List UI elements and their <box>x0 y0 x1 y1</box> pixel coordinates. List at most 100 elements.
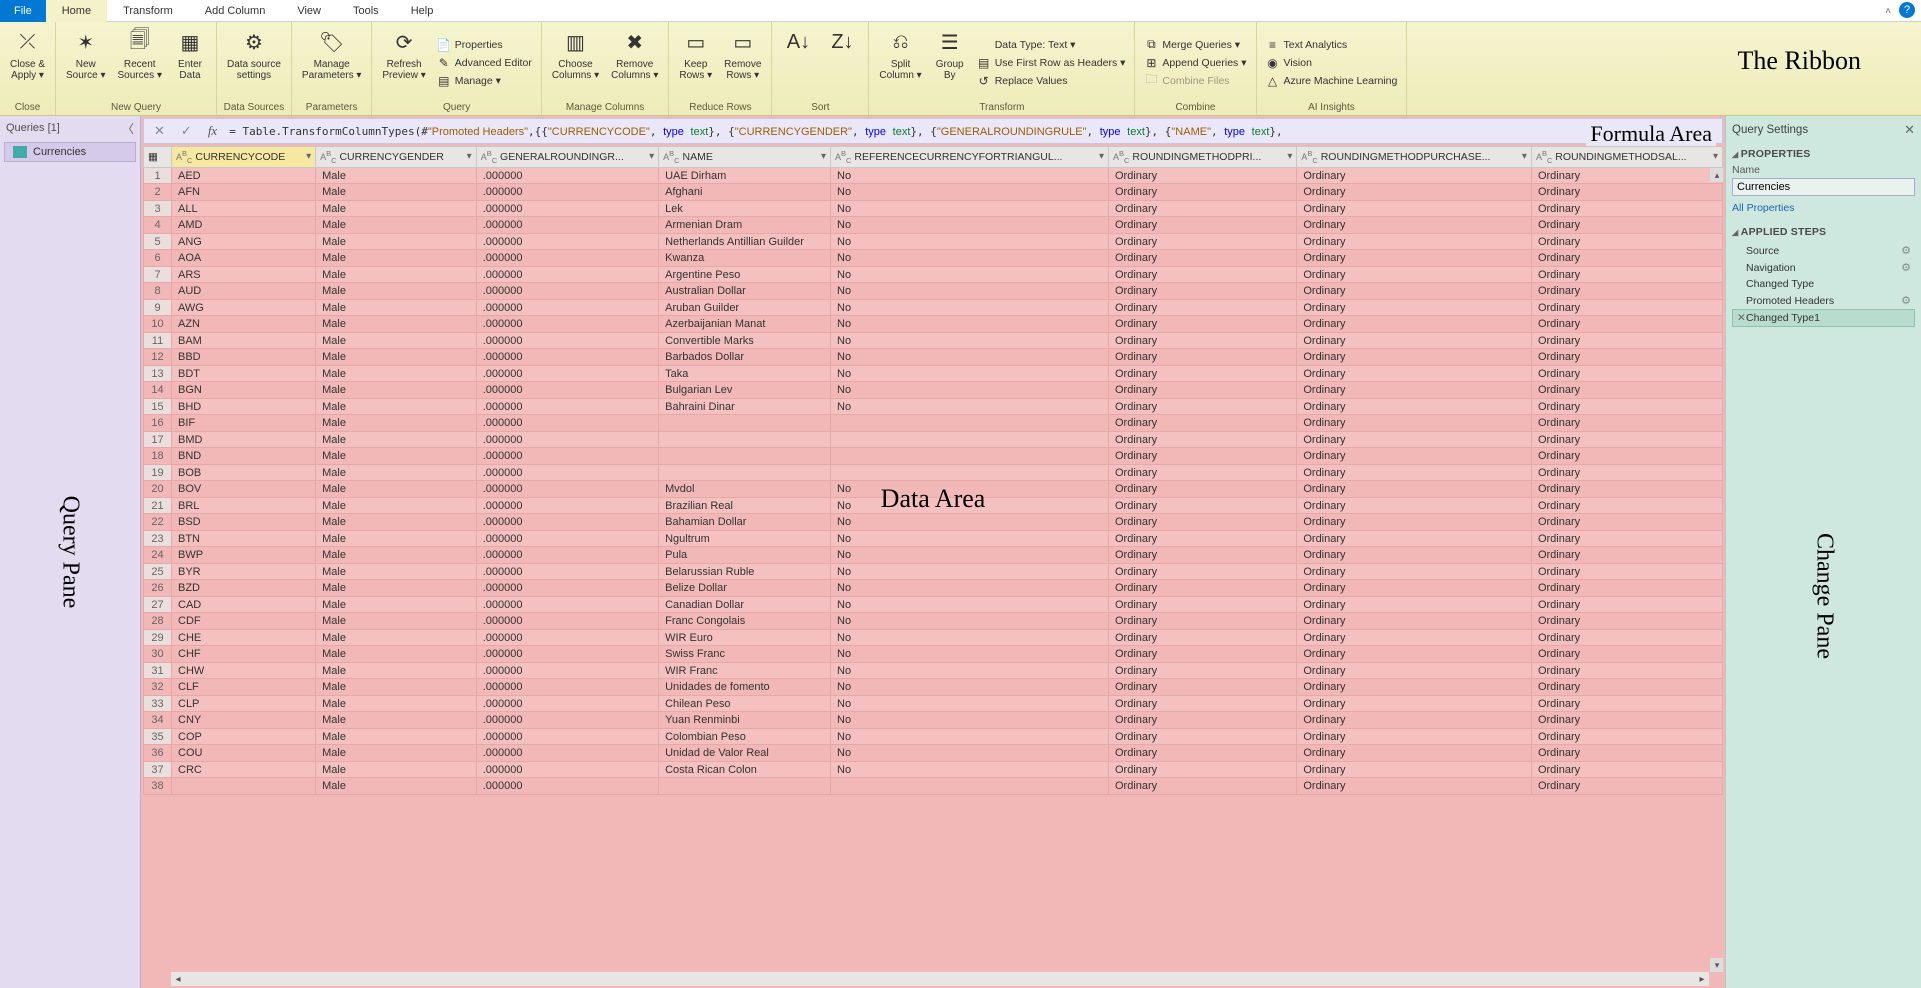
cell[interactable]: Ordinary <box>1109 233 1297 250</box>
cell[interactable]: No <box>831 233 1109 250</box>
cell[interactable]: Costa Rican Colon <box>659 761 831 778</box>
cell[interactable]: Male <box>316 728 477 745</box>
cell[interactable]: BHD <box>172 398 316 415</box>
cell[interactable]: .000000 <box>476 266 658 283</box>
cell[interactable]: Ordinary <box>1531 514 1722 531</box>
table-row[interactable]: 20BOVMale.000000MvdolNoOrdinaryOrdinaryO… <box>144 481 1723 498</box>
cell[interactable]: Bahraini Dinar <box>659 398 831 415</box>
cell[interactable]: Ordinary <box>1109 415 1297 432</box>
cell[interactable]: Ordinary <box>1297 200 1532 217</box>
table-row[interactable]: 10AZNMale.000000Azerbaijanian ManatNoOrd… <box>144 316 1723 333</box>
collapse-ribbon-button[interactable]: ˄ <box>1885 6 1891 17</box>
cell[interactable]: COU <box>172 745 316 762</box>
applied-step[interactable]: ✕Changed Type1 <box>1732 309 1915 327</box>
row-number[interactable]: 35 <box>144 728 172 745</box>
step-settings-icon[interactable]: ⚙ <box>1901 244 1911 257</box>
cell[interactable]: Male <box>316 547 477 564</box>
cell[interactable]: Ordinary <box>1297 448 1532 465</box>
cell[interactable]: Ordinary <box>1109 431 1297 448</box>
row-number[interactable]: 1 <box>144 167 172 184</box>
cell[interactable]: Male <box>316 365 477 382</box>
cell[interactable]: Barbados Dollar <box>659 349 831 366</box>
cell[interactable]: Ordinary <box>1531 629 1722 646</box>
cell[interactable]: Ordinary <box>1297 679 1532 696</box>
table-row[interactable]: 12BBDMale.000000Barbados DollarNoOrdinar… <box>144 349 1723 366</box>
table-row[interactable]: 13BDTMale.000000TakaNoOrdinaryOrdinaryOr… <box>144 365 1723 382</box>
cell[interactable]: .000000 <box>476 497 658 514</box>
cell[interactable]: BND <box>172 448 316 465</box>
cell[interactable]: Ordinary <box>1109 167 1297 184</box>
cell[interactable]: Ordinary <box>1531 382 1722 399</box>
cell[interactable]: Ordinary <box>1297 415 1532 432</box>
table-row[interactable]: 9AWGMale.000000Aruban GuilderNoOrdinaryO… <box>144 299 1723 316</box>
cell[interactable]: Ordinary <box>1531 299 1722 316</box>
cell[interactable]: .000000 <box>476 448 658 465</box>
table-row[interactable]: 27CADMale.000000Canadian DollarNoOrdinar… <box>144 596 1723 613</box>
column-filter-icon[interactable]: ▾ <box>306 151 311 162</box>
cell[interactable]: BYR <box>172 563 316 580</box>
scroll-left-button[interactable]: ◂ <box>171 972 185 986</box>
row-number[interactable]: 21 <box>144 497 172 514</box>
cell[interactable]: No <box>831 316 1109 333</box>
table-row[interactable]: 3ALLMale.000000LekNoOrdinaryOrdinaryOrdi… <box>144 200 1723 217</box>
cell[interactable]: Ordinary <box>1297 695 1532 712</box>
cell[interactable]: Male <box>316 233 477 250</box>
data-source-settings-button[interactable]: ⚙Data source settings <box>223 24 285 101</box>
formula-text[interactable]: = Table.TransformColumnTypes(#"Promoted … <box>229 125 1699 138</box>
recent-sources-button[interactable]: 🗐Recent Sources ▾ <box>114 24 166 101</box>
cell[interactable]: Male <box>316 266 477 283</box>
properties-button[interactable]: 📄Properties <box>434 37 535 53</box>
cell[interactable]: .000000 <box>476 728 658 745</box>
cell[interactable]: Yuan Renminbi <box>659 712 831 729</box>
query-name-input[interactable] <box>1732 178 1915 196</box>
cell[interactable]: Ordinary <box>1109 316 1297 333</box>
vision-button[interactable]: ◉Vision <box>1263 55 1401 71</box>
cell[interactable]: Armenian Dram <box>659 217 831 234</box>
cell[interactable] <box>659 415 831 432</box>
first-row-headers-button[interactable]: ▤Use First Row as Headers ▾ <box>974 55 1129 71</box>
row-number[interactable]: 2 <box>144 184 172 201</box>
cell[interactable]: Ordinary <box>1531 679 1722 696</box>
cell[interactable]: AMD <box>172 217 316 234</box>
cell[interactable]: Canadian Dollar <box>659 596 831 613</box>
cell[interactable]: Australian Dollar <box>659 283 831 300</box>
cell[interactable]: Ordinary <box>1109 695 1297 712</box>
column-header[interactable]: ABC ROUNDINGMETHODPRI...▾ <box>1109 147 1297 168</box>
cell[interactable]: Male <box>316 184 477 201</box>
cell[interactable]: BOB <box>172 464 316 481</box>
table-row[interactable]: 24BWPMale.000000PulaNoOrdinaryOrdinaryOr… <box>144 547 1723 564</box>
row-number[interactable]: 13 <box>144 365 172 382</box>
cell[interactable]: Ordinary <box>1531 728 1722 745</box>
cell[interactable]: Male <box>316 745 477 762</box>
cell[interactable]: Ordinary <box>1109 646 1297 663</box>
cell[interactable]: Ordinary <box>1109 266 1297 283</box>
row-number[interactable]: 4 <box>144 217 172 234</box>
cell[interactable]: Male <box>316 497 477 514</box>
cell[interactable]: Kwanza <box>659 250 831 267</box>
cell[interactable]: Male <box>316 613 477 630</box>
cell[interactable]: Ordinary <box>1297 382 1532 399</box>
split-column-button[interactable]: ⎌Split Column ▾ <box>875 24 925 101</box>
row-number[interactable]: 3 <box>144 200 172 217</box>
cell[interactable] <box>831 448 1109 465</box>
cell[interactable]: No <box>831 547 1109 564</box>
cell[interactable]: Ordinary <box>1297 184 1532 201</box>
column-filter-icon[interactable]: ▾ <box>821 151 826 162</box>
cell[interactable]: .000000 <box>476 712 658 729</box>
horizontal-scrollbar[interactable]: ◂ ▸ <box>171 972 1709 986</box>
cell[interactable]: Unidades de fomento <box>659 679 831 696</box>
cell[interactable]: Male <box>316 398 477 415</box>
cell[interactable]: BTN <box>172 530 316 547</box>
cell[interactable]: .000000 <box>476 596 658 613</box>
cell[interactable]: Belize Dollar <box>659 580 831 597</box>
row-number[interactable]: 7 <box>144 266 172 283</box>
cell[interactable]: Convertible Marks <box>659 332 831 349</box>
cell[interactable]: No <box>831 712 1109 729</box>
cell[interactable]: Chilean Peso <box>659 695 831 712</box>
cell[interactable]: .000000 <box>476 530 658 547</box>
cell[interactable] <box>659 448 831 465</box>
row-number[interactable]: 11 <box>144 332 172 349</box>
cell[interactable]: Male <box>316 448 477 465</box>
cell[interactable] <box>831 415 1109 432</box>
text-analytics-button[interactable]: ≡Text Analytics <box>1263 37 1401 53</box>
